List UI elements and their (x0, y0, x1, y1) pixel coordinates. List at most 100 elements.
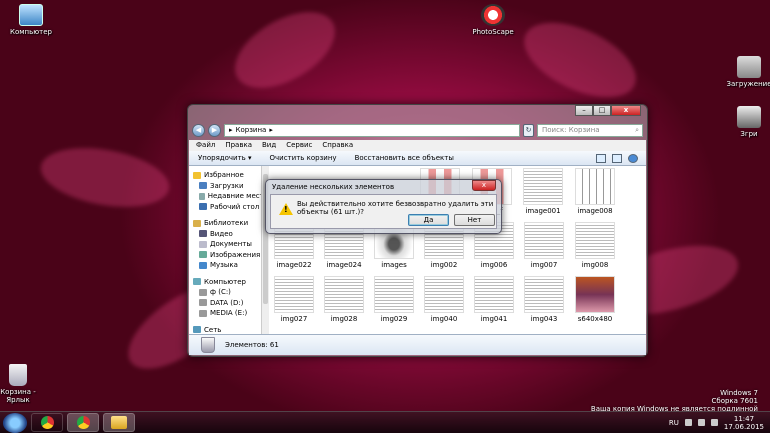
computer-small-icon (193, 278, 201, 286)
chrome-icon (76, 416, 90, 429)
dialog-body: ! Вы действительно хотите безвозвратно у… (270, 194, 497, 229)
desktop-folder-icon (199, 203, 207, 211)
documents-library-icon (199, 240, 207, 248)
dialog-title: Удаление нескольких элементов (272, 183, 395, 191)
list-item[interactable]: image008 (570, 168, 620, 215)
taskbar-explorer-button[interactable] (103, 413, 135, 432)
close-button[interactable]: x (611, 105, 641, 116)
list-item[interactable]: s640x480 (570, 276, 620, 323)
dialog-close-button[interactable]: x (472, 180, 496, 191)
drive-icon (199, 309, 207, 317)
nav-drive-c[interactable]: ф (C:) (189, 287, 268, 298)
no-button[interactable]: Нет (454, 214, 495, 226)
yes-button[interactable]: Да (408, 214, 449, 226)
nav-drive-d[interactable]: DATA (D:) (189, 298, 268, 309)
nav-desktop[interactable]: Рабочий стол (189, 202, 268, 213)
desktop-icon-photoscape[interactable]: PhotoScape (462, 4, 524, 36)
file-thumbnail (274, 276, 314, 313)
nav-video[interactable]: Видео (189, 229, 268, 240)
recycle-bin-icon (201, 337, 215, 353)
command-bar: Упорядочить ▾ Очистить корзину Восстанов… (189, 151, 646, 166)
star-icon (193, 171, 201, 179)
downloads-folder-icon (199, 182, 207, 190)
menu-view[interactable]: Вид (262, 140, 276, 151)
file-thumbnail (575, 276, 615, 313)
list-item[interactable]: img029 (369, 276, 419, 323)
music-library-icon (199, 261, 207, 269)
windows-watermark: Windows 7 Сборка 7601 Ваша копия Windows… (590, 389, 758, 413)
desktop-icon-recycle-bin-shortcut[interactable]: Корзина - Ярлык (0, 364, 48, 404)
file-thumbnail (575, 168, 615, 205)
nav-drive-e[interactable]: MEDIA (E:) (189, 308, 268, 319)
taskbar: RU 11:47 17.06.2015 (0, 411, 770, 433)
organize-button[interactable]: Упорядочить ▾ (198, 154, 252, 162)
list-item[interactable]: image001 (518, 168, 568, 215)
wallpaper-petal (36, 139, 174, 216)
nav-favorites[interactable]: Избранное (189, 170, 268, 181)
menu-file[interactable]: Файл (196, 140, 215, 151)
delete-confirm-dialog: Удаление нескольких элементов x ! Вы дей… (265, 179, 502, 234)
search-input[interactable]: Поиск: Корзина ⌕ (537, 123, 643, 137)
list-item[interactable]: img008 (570, 222, 620, 269)
breadcrumb-chevron-icon[interactable]: ▸ (269, 126, 273, 134)
nav-music[interactable]: Музыка (189, 260, 268, 271)
recycle-bin-icon (9, 364, 27, 386)
list-item[interactable]: img028 (319, 276, 369, 323)
desktop-icon-computer[interactable]: Компьютер (0, 4, 62, 36)
menu-edit[interactable]: Правка (225, 140, 252, 151)
warning-icon: ! (279, 203, 293, 215)
desktop-icon-games[interactable]: Згри (718, 106, 770, 138)
desktop-icon-downloads[interactable]: Загружение (718, 56, 770, 88)
menu-tools[interactable]: Сервис (286, 140, 312, 151)
view-options-icon[interactable] (596, 153, 606, 163)
list-item[interactable]: img027 (269, 276, 319, 323)
list-item[interactable]: img043 (519, 276, 569, 323)
address-bar[interactable]: ▸ Корзина ▸ (224, 123, 520, 137)
file-thumbnail (524, 222, 564, 259)
file-thumbnail (575, 222, 615, 259)
recycle-bin-small-icon: ▸ (229, 126, 233, 134)
clock[interactable]: 11:47 17.06.2015 (724, 415, 764, 431)
preview-pane-icon[interactable] (612, 153, 622, 163)
restore-all-button[interactable]: Восстановить все объекты (355, 154, 454, 162)
file-thumbnail (374, 276, 414, 313)
nav-libraries[interactable]: Библиотеки (189, 218, 268, 229)
nav-recent-places[interactable]: Недавние места (189, 191, 268, 202)
list-item[interactable]: img041 (469, 276, 519, 323)
empty-recycle-bin-button[interactable]: Очистить корзину (270, 154, 337, 162)
nav-documents[interactable]: Документы (189, 239, 268, 250)
computer-icon (19, 4, 43, 26)
back-button[interactable]: ◀ (192, 123, 205, 137)
file-thumbnail (474, 276, 514, 313)
file-thumbnail (524, 276, 564, 313)
photoscape-icon (481, 4, 505, 26)
nav-pictures[interactable]: Изображения (189, 250, 268, 261)
taskbar-chrome-button[interactable] (31, 413, 63, 432)
drive-icon (199, 288, 207, 296)
pictures-library-icon (199, 251, 207, 259)
network-tray-icon[interactable] (697, 419, 705, 426)
volume-icon[interactable] (710, 419, 718, 426)
taskbar-chrome-button-2[interactable] (67, 413, 99, 432)
start-button[interactable] (3, 412, 27, 433)
nav-computer[interactable]: Компьютер (189, 277, 268, 288)
wallpaper-petal (222, 0, 348, 104)
nav-downloads[interactable]: Загрузки (189, 181, 268, 192)
maximize-button[interactable]: □ (593, 105, 611, 116)
drive-icon (199, 299, 207, 307)
video-library-icon (199, 230, 207, 238)
window-caption-buttons: – □ x (575, 105, 641, 116)
forward-button[interactable]: ▶ (208, 123, 221, 137)
help-icon[interactable] (628, 153, 638, 163)
refresh-button[interactable]: ↻ (523, 123, 534, 137)
navigation-bar: ◀ ▶ ▸ Корзина ▸ ↻ Поиск: Корзина ⌕ (192, 122, 643, 138)
file-thumbnail (523, 168, 563, 205)
language-indicator[interactable]: RU (669, 419, 679, 427)
list-item[interactable]: img040 (419, 276, 469, 323)
navigation-pane: Избранное Загрузки Недавние места Рабочи… (189, 166, 269, 335)
minimize-button[interactable]: – (575, 105, 593, 116)
list-item[interactable]: img007 (519, 222, 569, 269)
menu-help[interactable]: Справка (322, 140, 353, 151)
tray-up-arrow-icon[interactable] (684, 419, 692, 426)
wallpaper-petal (512, 7, 648, 113)
